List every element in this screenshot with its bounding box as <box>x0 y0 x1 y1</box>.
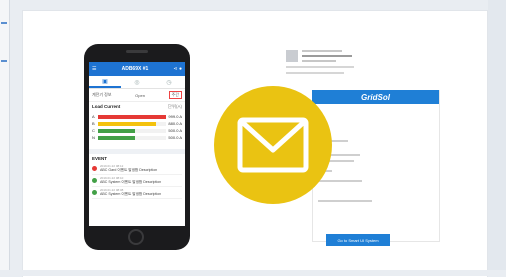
event-text: ABC System 이벤트 발생함 Description <box>100 180 162 184</box>
sidebar-marker <box>1 60 7 62</box>
event-status-icon <box>92 166 97 171</box>
load-bar-fill <box>98 135 136 140</box>
tab-history[interactable]: ◷ <box>153 76 185 88</box>
load-bar-row: A 999.0 A <box>92 113 182 120</box>
load-bar-row: N 500.0 A <box>92 134 182 141</box>
load-current-section: Load Current 단위(A) A 999.0 A B 880.0 A C 500.… <box>89 102 185 143</box>
load-current-unit: 단위(A) <box>167 104 182 109</box>
event-item[interactable]: 2019.01.22 08:10 ABC System 이벤트 발생함 Descr… <box>92 175 182 187</box>
sender-line <box>302 50 342 52</box>
home-button <box>128 229 144 245</box>
event-text: ABC System 이벤트 발생함 Description <box>100 192 162 196</box>
load-bar-row: B 880.0 A <box>92 120 182 127</box>
event-item[interactable]: 2019.01.22 08:12 ABC Gard 이벤트 발생함 Descrip… <box>92 163 182 175</box>
phone-mockup: ☰ ADB69X #1 ⋖ ● ▣ ◎ ◷ 계전기 정보 Open 주간 Loa… <box>84 44 190 250</box>
event-status-icon <box>92 190 97 195</box>
envelope-icon <box>237 117 309 173</box>
right-scroll-strip <box>488 0 506 276</box>
filter-row: 계전기 정보 Open 주간 <box>89 89 185 102</box>
load-bar-track <box>98 128 166 133</box>
tab-dashboard[interactable]: ▣ <box>89 76 121 88</box>
bottom-strip <box>0 270 506 276</box>
sender-line <box>302 60 336 62</box>
share-icon[interactable]: ⋖ ● <box>173 66 182 72</box>
cta-button[interactable]: Go to Smart UI System <box>326 234 390 246</box>
app-title: ADB69X #1 <box>121 66 149 72</box>
load-bar-track <box>98 121 166 126</box>
period-select[interactable]: 주간 <box>168 91 182 99</box>
load-bar-fill <box>98 128 136 133</box>
event-text: ABC Gard 이벤트 발생함 Description <box>100 168 158 172</box>
app-header: ☰ ADB69X #1 ⋖ ● <box>89 62 185 76</box>
load-bar-fill <box>98 114 166 119</box>
recipient-line <box>286 66 354 68</box>
phase-value: 500.0 A <box>168 135 182 140</box>
phone-speaker <box>126 50 148 53</box>
event-section: EVENT 2019.01.22 08:12 ABC Gard 이벤트 발생함 D… <box>89 149 185 201</box>
sender-line <box>302 55 352 57</box>
filter-label: 계전기 정보 <box>92 92 112 97</box>
event-item[interactable]: 2019.01.22 08:08 ABC System 이벤트 발생함 Descr… <box>92 187 182 199</box>
recipient-line <box>286 72 344 74</box>
app-tabs: ▣ ◎ ◷ <box>89 76 185 89</box>
load-bar-fill <box>98 121 156 126</box>
event-label: EVENT <box>92 156 108 161</box>
event-status-icon <box>92 178 97 183</box>
sender-avatar <box>286 50 298 62</box>
phase-value: 999.0 A <box>168 114 182 119</box>
sidebar-marker <box>1 22 7 24</box>
load-current-label: Load Current <box>92 104 121 109</box>
filter-status: Open <box>135 92 145 98</box>
load-bar-track <box>98 114 166 119</box>
mail-badge <box>214 86 332 204</box>
load-bar-row: C 500.0 A <box>92 127 182 134</box>
menu-icon[interactable]: ☰ <box>92 66 96 72</box>
phase-value: 880.0 A <box>168 121 182 126</box>
load-bar-track <box>98 135 166 140</box>
tab-status[interactable]: ◎ <box>121 76 153 88</box>
phone-screen: ☰ ADB69X #1 ⋖ ● ▣ ◎ ◷ 계전기 정보 Open 주간 Loa… <box>89 62 185 226</box>
phase-value: 500.0 A <box>168 128 182 133</box>
left-sidebar-strip <box>0 0 10 276</box>
